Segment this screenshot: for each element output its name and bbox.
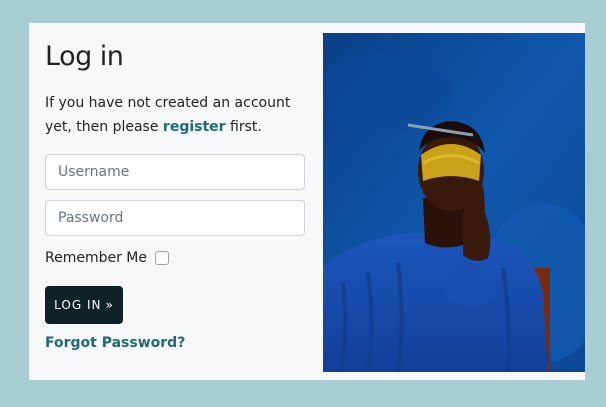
remember-me-checkbox[interactable]	[155, 251, 169, 265]
register-link[interactable]: register	[163, 119, 226, 135]
remember-me-label: Remember Me	[45, 250, 147, 266]
forgot-password-link[interactable]: Forgot Password?	[45, 335, 185, 351]
remember-me-row: Remember Me	[45, 248, 169, 268]
portrait-illustration	[323, 33, 585, 372]
login-card: Log in If you have not created an accoun…	[29, 23, 585, 380]
login-button-label: LOG IN	[54, 298, 102, 312]
page-title: Log in	[45, 41, 124, 72]
intro-text: If you have not created an account yet, …	[45, 91, 307, 139]
password-input[interactable]	[45, 200, 305, 236]
double-chevron-right-icon: »	[105, 298, 114, 312]
intro-suffix: first.	[225, 119, 262, 135]
username-input[interactable]	[45, 154, 305, 190]
login-button[interactable]: LOG IN »	[45, 286, 123, 324]
hero-photo	[323, 33, 585, 372]
